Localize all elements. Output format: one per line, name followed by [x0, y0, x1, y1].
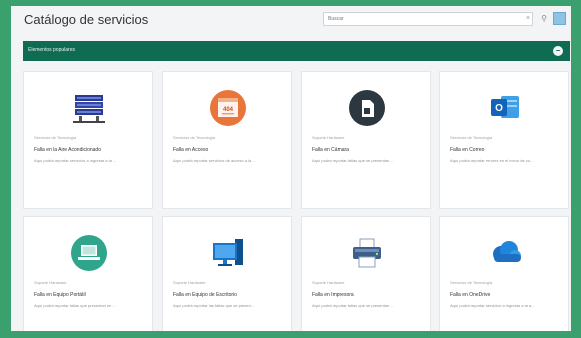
svg-text:O: O	[495, 103, 503, 114]
card-description: Aquí podrá reportar fallas que se presen…	[312, 158, 394, 163]
search-icon[interactable]: ⚲	[540, 14, 548, 24]
server-rack-icon	[69, 89, 109, 127]
card-title: Falla en Equipo Portátil	[34, 292, 86, 298]
service-card[interactable]: Servicios de Tecnología Falla en OneDriv…	[439, 216, 569, 331]
page-header: Catálogo de servicios × ⚲	[11, 6, 571, 36]
desktop-computer-icon	[208, 234, 248, 272]
card-category: Servicios de Tecnología	[450, 280, 493, 285]
printer-icon	[347, 234, 387, 272]
cloud-icon	[485, 234, 525, 272]
card-category: Soporte Hardware	[34, 280, 67, 285]
card-title: Falla en Correo	[450, 147, 485, 153]
laptop-icon	[69, 234, 109, 272]
sim-card-icon	[347, 89, 387, 127]
service-catalog-window: Catálogo de servicios × ⚲ Elementos popu…	[11, 6, 571, 331]
service-card[interactable]: Soporte Hardware Falla en Impresora Aquí…	[301, 216, 431, 331]
grid-view-button[interactable]	[553, 12, 566, 25]
card-title: Falla en la Aire Acondicionado	[34, 147, 101, 153]
card-category: Servicios de Tecnología	[450, 135, 493, 140]
card-description: Aquí podrá reportar las fallas que se pr…	[173, 303, 255, 308]
page-title: Catálogo de servicios	[24, 12, 149, 27]
service-card[interactable]: Soporte Hardware Falla en Equipo de Escr…	[162, 216, 292, 331]
card-description: Aquí podrá reportar servicios a ingresar…	[34, 158, 117, 163]
outlook-icon: O	[485, 89, 525, 127]
service-card[interactable]: Soporte Hardware Falla en Cámara Aquí po…	[301, 71, 431, 209]
card-description: Aquí podrá reportar servicios a ingresar…	[450, 303, 535, 308]
service-card[interactable]: Soporte Hardware Falla en Equipo Portáti…	[23, 216, 153, 331]
card-description: Aquí podrá reportar fallas que presentan…	[34, 303, 116, 308]
card-category: Soporte Hardware	[312, 135, 345, 140]
clear-search-icon[interactable]: ×	[524, 15, 532, 23]
error-window-icon: 404	[208, 89, 248, 127]
service-card[interactable]: Servicios de Tecnología Falla en la Aire…	[23, 71, 153, 209]
card-description: Aquí podrá reportar fallas que se presen…	[312, 303, 394, 308]
card-title: Falla en Acceso	[173, 147, 209, 153]
card-title: Falla en OneDrive	[450, 292, 491, 298]
collapse-icon[interactable]: −	[553, 46, 563, 56]
svg-text:404: 404	[223, 107, 234, 113]
card-description: Aquí podrá reportar servicios de acceso …	[173, 158, 256, 163]
card-description: Aquí podrá reportar errores en el envío …	[450, 158, 534, 163]
card-title: Falla en Cámara	[312, 147, 349, 153]
service-card[interactable]: 404 Servicios de Tecnología Falla en Acc…	[162, 71, 292, 209]
popular-items-section[interactable]: Elementos populares −	[23, 41, 570, 61]
service-card[interactable]: O Servicios de Tecnología Falla en Corre…	[439, 71, 569, 209]
search-input[interactable]	[323, 12, 533, 26]
card-title: Falla en Impresora	[312, 292, 354, 298]
card-category: Servicios de Tecnología	[34, 135, 77, 140]
card-category: Soporte Hardware	[312, 280, 345, 285]
section-title: Elementos populares	[28, 47, 75, 53]
card-category: Servicios de Tecnología	[173, 135, 216, 140]
card-title: Falla en Equipo de Escritorio	[173, 292, 237, 298]
card-category: Soporte Hardware	[173, 280, 206, 285]
